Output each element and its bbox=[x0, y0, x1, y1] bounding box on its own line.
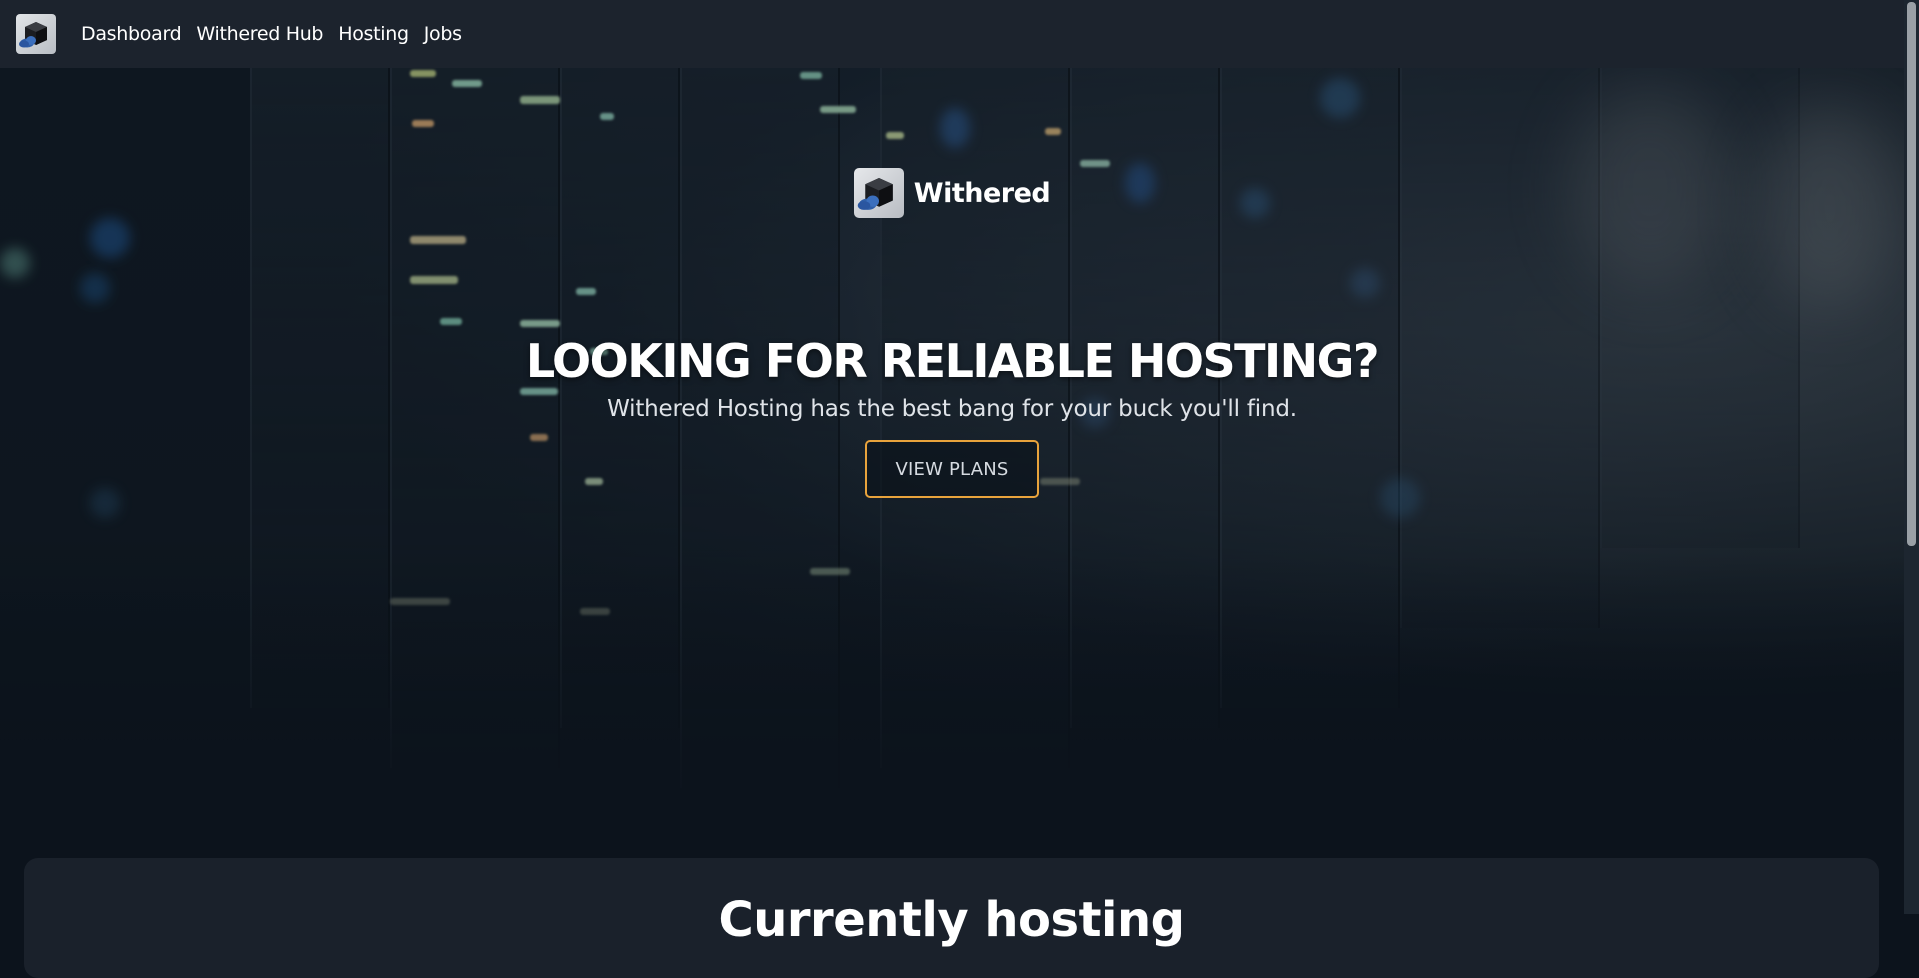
nav-link-hosting[interactable]: Hosting bbox=[338, 23, 409, 45]
hero-brand: Withered bbox=[0, 168, 1904, 218]
nav-link-jobs[interactable]: Jobs bbox=[424, 23, 462, 45]
cube-cloud-icon bbox=[19, 22, 47, 48]
view-plans-button[interactable]: VIEW PLANS bbox=[865, 440, 1039, 498]
brand-name: Withered bbox=[913, 177, 1051, 209]
nav-link-dashboard[interactable]: Dashboard bbox=[81, 23, 182, 45]
currently-hosting-title: Currently hosting bbox=[718, 892, 1185, 948]
currently-hosting-card: Currently hosting bbox=[24, 858, 1879, 978]
hero-subtitle: Withered Hosting has the best bang for y… bbox=[607, 396, 1297, 422]
nav-links: Dashboard Withered Hub Hosting Jobs bbox=[81, 23, 462, 45]
cube-cloud-icon bbox=[857, 178, 893, 210]
top-navbar: Dashboard Withered Hub Hosting Jobs bbox=[0, 0, 1904, 68]
nav-link-withered-hub[interactable]: Withered Hub bbox=[196, 23, 323, 45]
withered-brand-logo-icon bbox=[853, 168, 904, 218]
hero-section: Withered LOOKING FOR RELIABLE HOSTING? W… bbox=[0, 68, 1904, 914]
withered-logo-icon[interactable] bbox=[16, 14, 56, 54]
page-scrollbar[interactable] bbox=[1904, 0, 1919, 914]
scrollbar-thumb[interactable] bbox=[1907, 2, 1916, 546]
hero-cta-wrapper: VIEW PLANS bbox=[0, 440, 1904, 498]
hero-title: LOOKING FOR RELIABLE HOSTING? bbox=[525, 334, 1380, 388]
